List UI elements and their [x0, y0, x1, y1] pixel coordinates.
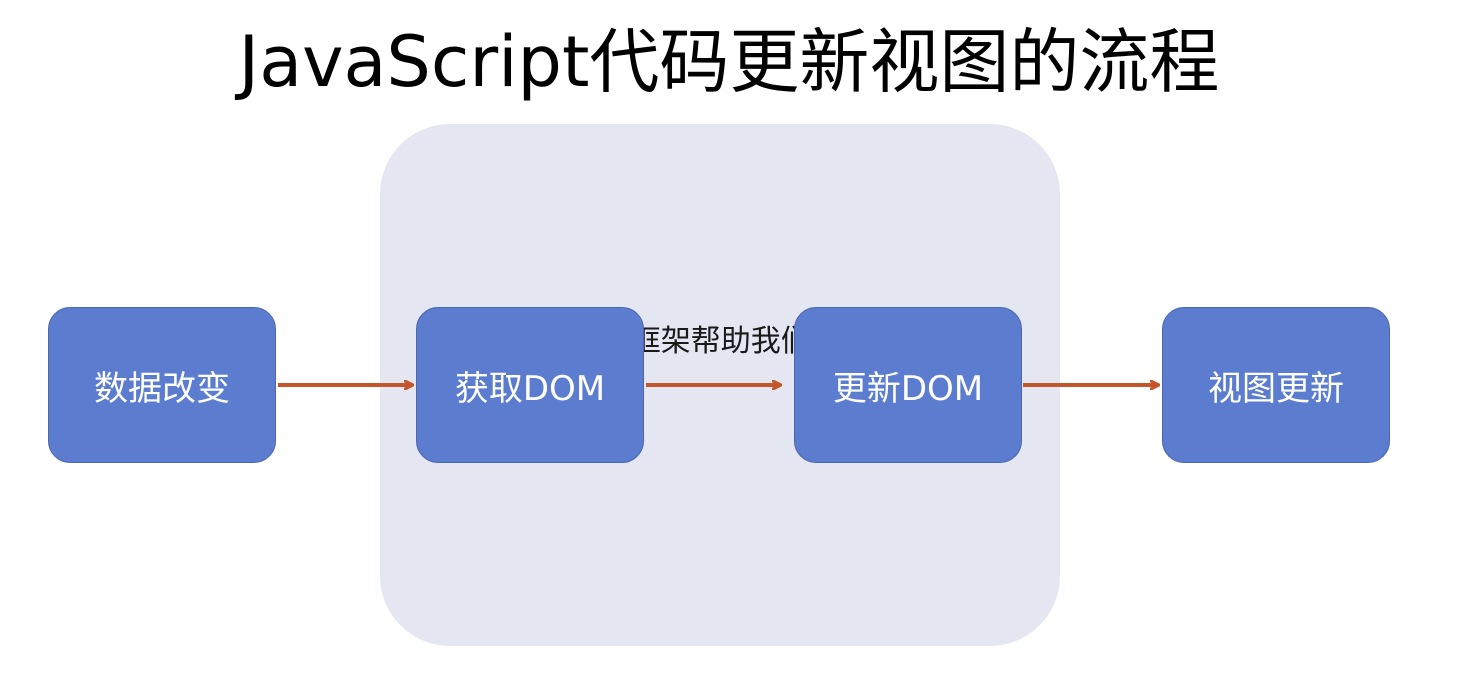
node-view-update: 视图更新 [1162, 307, 1390, 463]
page-title: JavaScript代码更新视图的流程 [238, 21, 1220, 103]
node-update-dom: 更新DOM [794, 307, 1022, 463]
node-data-change: 数据改变 [48, 307, 276, 463]
node-get-dom: 获取DOM [416, 307, 644, 463]
